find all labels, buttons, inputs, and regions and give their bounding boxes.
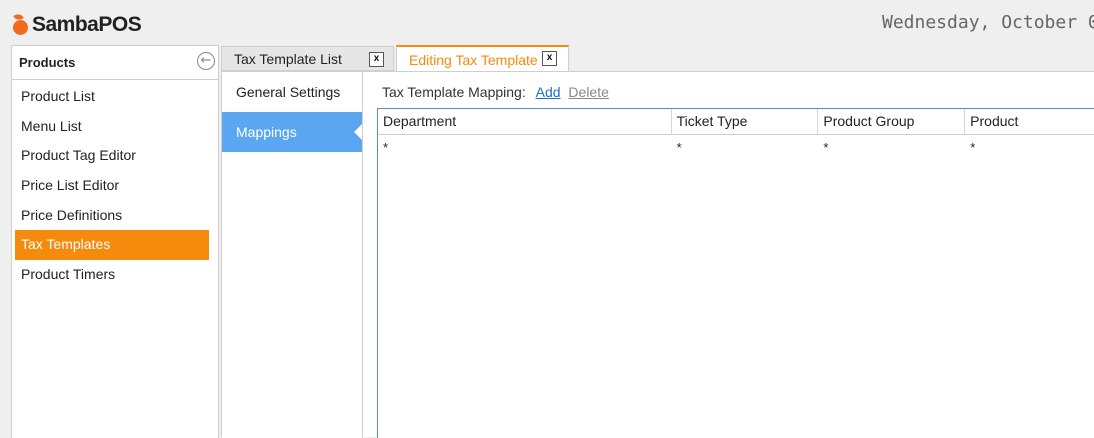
- tax-template-editor: General Settings Mappings Tax Template M…: [221, 71, 1094, 438]
- tab-label: Editing Tax Template: [409, 52, 538, 68]
- back-arrow-icon[interactable]: ←: [197, 52, 215, 70]
- products-panel: Products ← Product List Menu List Produc…: [11, 45, 219, 438]
- delete-mapping-link[interactable]: Delete: [568, 84, 608, 100]
- mapping-toolbar: Tax Template Mapping: Add Delete: [382, 84, 609, 100]
- column-header-product[interactable]: Product: [965, 109, 1094, 134]
- mapping-label: Tax Template Mapping:: [382, 84, 526, 100]
- products-nav-list: Product List Menu List Product Tag Edito…: [12, 80, 218, 290]
- sidebar-item-product-timers[interactable]: Product Timers: [15, 260, 209, 290]
- sidebar-item-menu-list[interactable]: Menu List: [15, 112, 209, 142]
- grid-header: Department Ticket Type Product Group Pro…: [378, 109, 1094, 135]
- cell-product-group[interactable]: *: [818, 135, 965, 157]
- products-panel-title: Products: [19, 55, 76, 70]
- sidebar-item-tax-templates[interactable]: Tax Templates: [15, 230, 209, 261]
- column-header-department[interactable]: Department: [378, 109, 672, 134]
- sidebar-item-price-definitions[interactable]: Price Definitions: [15, 201, 209, 231]
- sidebar-item-product-list[interactable]: Product List: [15, 82, 209, 112]
- tab-editing-tax-template[interactable]: Editing Tax Template x: [396, 45, 569, 72]
- cell-department[interactable]: *: [378, 135, 672, 157]
- app-logo-text: SambaPOS: [32, 13, 142, 36]
- close-tab-icon[interactable]: x: [369, 52, 384, 67]
- cell-product[interactable]: *: [965, 135, 1094, 157]
- tab-label: Tax Template List: [234, 51, 342, 67]
- orange-logo-icon: [11, 12, 31, 36]
- sidebar-item-price-list-editor[interactable]: Price List Editor: [15, 171, 209, 201]
- mapping-grid[interactable]: Department Ticket Type Product Group Pro…: [377, 108, 1094, 438]
- products-panel-header: Products ←: [12, 46, 218, 80]
- subnav-mappings[interactable]: Mappings: [222, 112, 362, 152]
- cell-ticket-type[interactable]: *: [672, 135, 819, 157]
- app-logo: SambaPOS: [11, 12, 142, 38]
- column-header-ticket-type[interactable]: Ticket Type: [672, 109, 819, 134]
- clock-display: Wednesday, October 0: [882, 12, 1094, 33]
- table-row[interactable]: * * * *: [378, 135, 1094, 157]
- close-tab-icon[interactable]: x: [542, 51, 557, 66]
- sidebar-item-product-tag-editor[interactable]: Product Tag Editor: [15, 141, 209, 171]
- add-mapping-link[interactable]: Add: [536, 84, 561, 100]
- tab-tax-template-list[interactable]: Tax Template List x: [221, 46, 394, 71]
- subnav-general-settings[interactable]: General Settings: [222, 72, 362, 112]
- column-header-product-group[interactable]: Product Group: [818, 109, 966, 134]
- editor-subnav: General Settings Mappings: [222, 72, 363, 438]
